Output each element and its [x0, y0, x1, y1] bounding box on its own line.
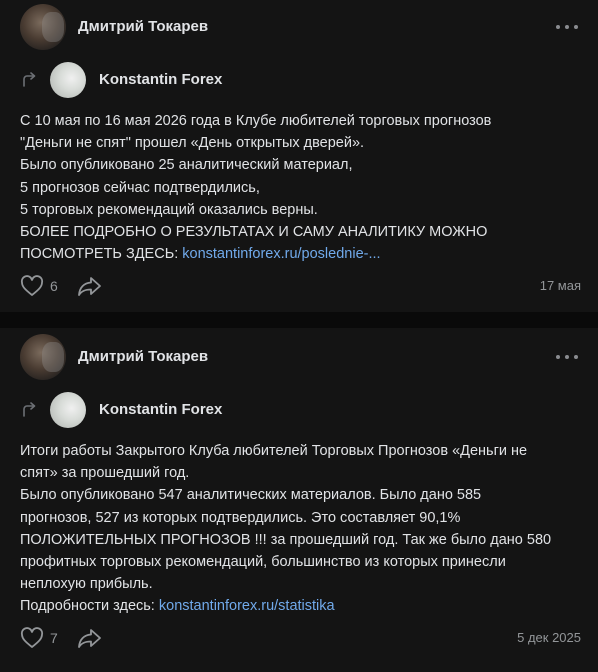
text-line: Было опубликовано 25 аналитический матер…: [20, 157, 353, 174]
post-header: Дмитрий Токарев: [20, 334, 586, 380]
post: Дмитрий Токарев Konstantin Forex Итоги р…: [0, 328, 598, 672]
text-line: Итоги работы Закрытого Клуба любителей Т…: [20, 443, 528, 459]
author-name[interactable]: Дмитрий Токарев: [78, 348, 208, 365]
link-prefix: Подробности здесь:: [20, 598, 159, 615]
like-button[interactable]: 6: [20, 273, 58, 299]
post-actions: 7 5 дек 2025: [20, 625, 586, 651]
repost-source: Konstantin Forex: [20, 62, 520, 98]
text-line: БОЛЕЕ ПОДРОБНО О РЕЗУЛЬТАТАХ И САМУ АНАЛ…: [20, 224, 488, 241]
more-dot: [574, 355, 578, 359]
repost-arrow-icon: [23, 72, 36, 87]
repost-source: Konstantin Forex: [20, 392, 520, 428]
share-arrow-icon[interactable]: [76, 625, 104, 651]
text-line: неплохую прибыль.: [20, 576, 153, 593]
text-line: С 10 мая по 16 мая 2026 года в Клубе люб…: [20, 113, 492, 129]
more-horizontal-icon: [556, 355, 560, 359]
more-options-button[interactable]: [556, 348, 578, 366]
more-horizontal-icon: [556, 25, 560, 29]
post-link[interactable]: konstantinforex.ru/statistika: [159, 598, 335, 614]
repost-author-name[interactable]: Konstantin Forex: [99, 401, 222, 418]
like-count: 6: [50, 278, 58, 294]
like-count: 7: [50, 630, 58, 646]
repost-author-name[interactable]: Konstantin Forex: [99, 71, 222, 88]
text-line: профитных торговых рекомендаций, большин…: [20, 554, 506, 571]
feed-separator: [0, 312, 598, 328]
repost-avatar[interactable]: [50, 392, 86, 428]
text-line: Было опубликовано 547 аналитических мате…: [20, 487, 482, 504]
text-line-with-link: ПОСМОТРЕТЬ ЗДЕСЬ: konstantinforex.ru/pos…: [20, 243, 586, 265]
more-options-button[interactable]: [556, 18, 578, 36]
more-dot: [574, 25, 578, 29]
text-line: спят» за прошедший год.: [20, 465, 190, 482]
share-arrow-icon[interactable]: [76, 273, 104, 299]
post-date[interactable]: 5 дек 2025: [517, 630, 581, 645]
post-text: Итоги работы Закрытого Клуба любителей Т…: [20, 440, 586, 618]
text-line: 5 торговых рекомендаций оказались верны.: [20, 201, 318, 218]
post-date[interactable]: 17 мая: [540, 278, 581, 293]
text-line: прогнозов, 527 из которых подтвердились.…: [20, 509, 461, 526]
more-dot: [565, 25, 569, 29]
avatar[interactable]: [20, 4, 66, 50]
repost-avatar[interactable]: [50, 62, 86, 98]
author-name[interactable]: Дмитрий Токарев: [78, 18, 208, 35]
repost-arrow-icon: [23, 402, 36, 417]
heart-outline-icon: [20, 275, 44, 296]
post: Дмитрий Токарев Konstantin Forex С 10 ма…: [0, 0, 598, 312]
text-line-with-link: Подробности здесь: konstantinforex.ru/st…: [20, 595, 586, 617]
text-line: "Деньги не спят" прошел «День открытых д…: [20, 135, 365, 152]
text-line: 5 прогнозов сейчас подтвердились,: [20, 179, 260, 196]
post-text: С 10 мая по 16 мая 2026 года в Клубе люб…: [20, 110, 586, 265]
heart-outline-icon: [20, 627, 44, 648]
text-line: ПОЛОЖИТЕЛЬНЫХ ПРОГНОЗОВ !!! за прошедший…: [20, 531, 552, 548]
post-actions: 6 17 мая: [20, 273, 586, 299]
more-dot: [565, 355, 569, 359]
avatar[interactable]: [20, 334, 66, 380]
like-button[interactable]: 7: [20, 625, 58, 651]
post-link[interactable]: konstantinforex.ru/poslednie-...: [182, 246, 380, 262]
post-header: Дмитрий Токарев: [20, 4, 586, 50]
link-prefix: ПОСМОТРЕТЬ ЗДЕСЬ:: [20, 246, 183, 263]
